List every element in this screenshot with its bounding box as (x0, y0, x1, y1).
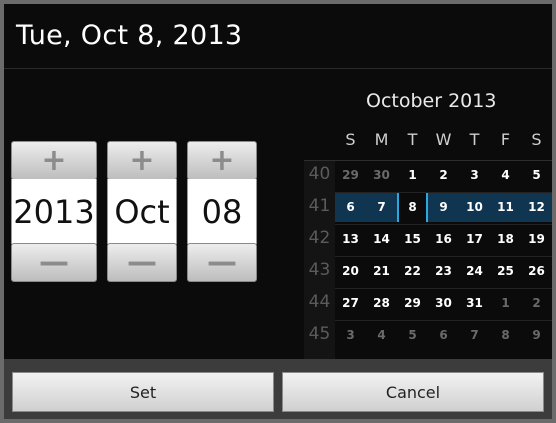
calendar-day[interactable]: 9 (428, 200, 459, 214)
calendar-day[interactable]: 6 (428, 328, 459, 342)
minus-icon: — (39, 245, 69, 280)
calendar-day[interactable]: 5 (397, 328, 428, 342)
minus-icon: — (207, 245, 237, 280)
weekday-header: F (500, 130, 511, 149)
calendar-day[interactable]: 15 (397, 232, 428, 246)
calendar-day[interactable]: 23 (428, 264, 459, 278)
week-number: 45 (308, 324, 331, 344)
calendar-month-title: October 2013 (366, 90, 497, 112)
calendar-day[interactable]: 5 (521, 168, 552, 182)
weekday-header: W (435, 130, 452, 149)
calendar-day[interactable]: 29 (335, 168, 366, 182)
calendar-day[interactable]: 3 (459, 168, 490, 182)
month-increment-button[interactable]: + (107, 141, 177, 180)
set-button[interactable]: Set (12, 372, 274, 412)
calendar-day[interactable]: 19 (521, 232, 552, 246)
weekday-header: M (374, 130, 389, 149)
dialog-title: Tue, Oct 8, 2013 (16, 20, 243, 51)
calendar-day[interactable]: 3 (335, 328, 366, 342)
calendar-day[interactable]: 25 (490, 264, 521, 278)
weekday-header: S (531, 130, 542, 149)
plus-icon: + (129, 143, 155, 178)
day-decrement-button[interactable]: — (187, 243, 257, 282)
year-value[interactable]: 2013 (11, 179, 97, 244)
month-decrement-button[interactable]: — (107, 243, 177, 282)
dialog-header: Tue, Oct 8, 2013 (4, 4, 552, 69)
month-spinner: + Oct — (107, 141, 177, 282)
calendar-day[interactable]: 20 (335, 264, 366, 278)
date-picker-dialog: Tue, Oct 8, 2013 + 2013 — + Oct — + 08 —… (4, 4, 552, 419)
calendar-day[interactable]: 28 (366, 296, 397, 310)
calendar-day[interactable]: 30 (366, 168, 397, 182)
plus-icon: + (209, 143, 235, 178)
calendar-day[interactable]: 6 (335, 200, 366, 214)
calendar-day[interactable]: 8 (490, 328, 521, 342)
calendar-day[interactable]: 7 (366, 200, 397, 214)
calendar-day[interactable]: 27 (335, 296, 366, 310)
calendar-day[interactable]: 31 (459, 296, 490, 310)
calendar-day[interactable]: 17 (459, 232, 490, 246)
calendar-day[interactable]: 30 (428, 296, 459, 310)
minus-icon: — (127, 245, 157, 280)
calendar-day[interactable]: 1 (397, 168, 428, 182)
calendar-view: October 2013 S M T W T F S 40 29 30 1 2 3 4 5 41 6 7 8 9 10 1… (304, 84, 552, 361)
calendar-day[interactable]: 2 (428, 168, 459, 182)
day-value[interactable]: 08 (187, 179, 257, 244)
week-number: 42 (308, 228, 331, 248)
calendar-day[interactable]: 14 (366, 232, 397, 246)
calendar-day[interactable]: 11 (490, 200, 521, 214)
month-value[interactable]: Oct (107, 179, 177, 244)
weekday-header: S (345, 130, 356, 149)
week-row-divider (335, 192, 552, 193)
calendar-day[interactable]: 4 (366, 328, 397, 342)
cancel-button[interactable]: Cancel (282, 372, 544, 412)
calendar-divider (304, 160, 552, 161)
calendar-day[interactable]: 24 (459, 264, 490, 278)
calendar-day[interactable]: 16 (428, 232, 459, 246)
weekday-header: T (407, 130, 418, 149)
year-spinner: + 2013 — (11, 141, 97, 282)
calendar-day[interactable]: 29 (397, 296, 428, 310)
week-row-divider (335, 224, 552, 225)
calendar-day[interactable]: 18 (490, 232, 521, 246)
week-number: 41 (308, 196, 331, 216)
week-number: 43 (308, 260, 331, 280)
calendar-day[interactable]: 26 (521, 264, 552, 278)
calendar-day[interactable]: 2 (521, 296, 552, 310)
week-row-divider (335, 256, 552, 257)
calendar-day[interactable]: 8 (397, 200, 428, 214)
calendar-day[interactable]: 9 (521, 328, 552, 342)
week-number: 44 (308, 292, 331, 312)
plus-icon: + (41, 143, 67, 178)
calendar-day[interactable]: 1 (490, 296, 521, 310)
day-increment-button[interactable]: + (187, 141, 257, 180)
calendar-day[interactable]: 10 (459, 200, 490, 214)
week-number: 40 (308, 164, 331, 184)
year-increment-button[interactable]: + (11, 141, 97, 180)
calendar-day[interactable]: 4 (490, 168, 521, 182)
weekday-header: T (469, 130, 480, 149)
calendar-day[interactable]: 21 (366, 264, 397, 278)
dialog-footer: Set Cancel (4, 359, 552, 419)
week-row-divider (335, 288, 552, 289)
calendar-day[interactable]: 7 (459, 328, 490, 342)
week-row-divider (335, 320, 552, 321)
calendar-day[interactable]: 13 (335, 232, 366, 246)
day-spinner: + 08 — (187, 141, 257, 282)
calendar-day[interactable]: 12 (521, 200, 552, 214)
calendar-day[interactable]: 22 (397, 264, 428, 278)
year-decrement-button[interactable]: — (11, 243, 97, 282)
